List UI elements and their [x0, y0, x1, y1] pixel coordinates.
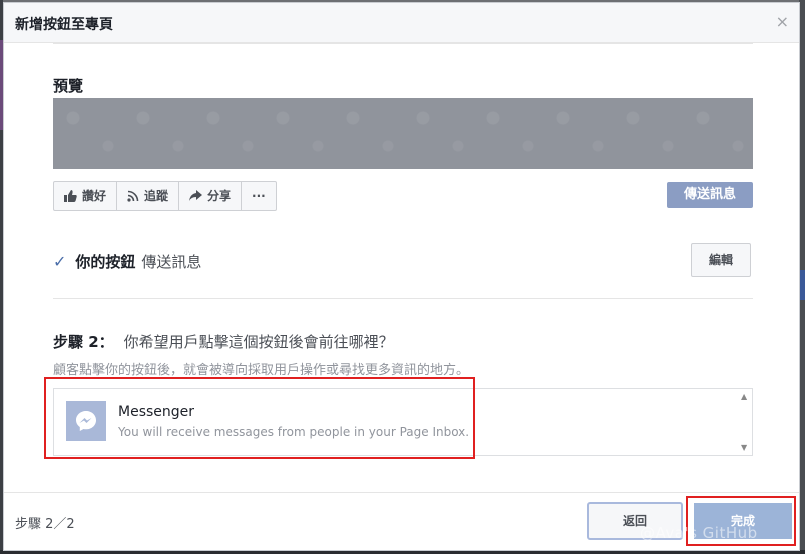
send-message-preview-button[interactable]: 傳送訊息	[667, 182, 753, 208]
your-button-label: 你的按鈕	[75, 253, 136, 271]
scroll-up-icon[interactable]: ▲	[741, 392, 747, 401]
dialog-header: 新增按鈕至專頁 ×	[4, 3, 799, 43]
more-button[interactable]: ···	[242, 182, 276, 210]
step-question: 你希望用戶點擊這個按鈕後會前往哪裡？	[123, 333, 394, 351]
cover-preview	[53, 98, 753, 169]
divider	[53, 43, 753, 44]
add-button-dialog: 新增按鈕至專頁 × 預覽 讚好 追蹤 分享 ··· 傳送訊息 ✓ 你的按鈕 傳送…	[3, 2, 800, 551]
rss-icon	[127, 190, 139, 202]
like-label: 讚好	[82, 189, 107, 203]
option-description: You will receive messages from people in…	[118, 425, 470, 439]
more-icon: ···	[252, 189, 266, 203]
check-icon: ✓	[53, 252, 67, 271]
preview-label: 預覽	[53, 77, 84, 95]
like-button[interactable]: 讚好	[54, 182, 118, 210]
messenger-icon	[66, 401, 106, 441]
close-icon[interactable]: ×	[776, 13, 789, 31]
step-heading: 步驟 2： 你希望用戶點擊這個按鈕後會前往哪裡？	[53, 331, 394, 352]
follow-button[interactable]: 追蹤	[117, 182, 180, 210]
option-title: Messenger	[118, 404, 195, 420]
scroll-down-icon[interactable]: ▼	[741, 443, 747, 452]
dialog-title: 新增按鈕至專頁	[15, 17, 113, 33]
share-label: 分享	[207, 189, 232, 203]
watermark: @Ava's GitHub	[640, 524, 758, 542]
destination-list[interactable]: Messenger You will receive messages from…	[53, 388, 753, 456]
step-label: 步驟 2：	[53, 333, 114, 351]
footer-divider	[4, 492, 799, 493]
divider	[53, 298, 753, 299]
list-scrollbar[interactable]: ▲ ▼	[738, 389, 752, 455]
page-action-bar: 讚好 追蹤 分享 ···	[53, 181, 277, 211]
step-count: 步驟 2／2	[15, 517, 75, 532]
your-button-value: 傳送訊息	[141, 253, 202, 271]
share-arrow-icon	[189, 190, 203, 202]
your-button-row: ✓ 你的按鈕 傳送訊息	[53, 251, 201, 272]
edit-button[interactable]: 編輯	[691, 243, 751, 277]
messenger-option[interactable]: Messenger You will receive messages from…	[66, 401, 469, 441]
thumbs-up-icon	[64, 190, 77, 202]
follow-label: 追蹤	[144, 189, 169, 203]
share-button[interactable]: 分享	[179, 182, 243, 210]
step-hint: 顧客點擊你的按鈕後，就會被導向採取用戶操作或尋找更多資訊的地方。	[53, 363, 470, 378]
